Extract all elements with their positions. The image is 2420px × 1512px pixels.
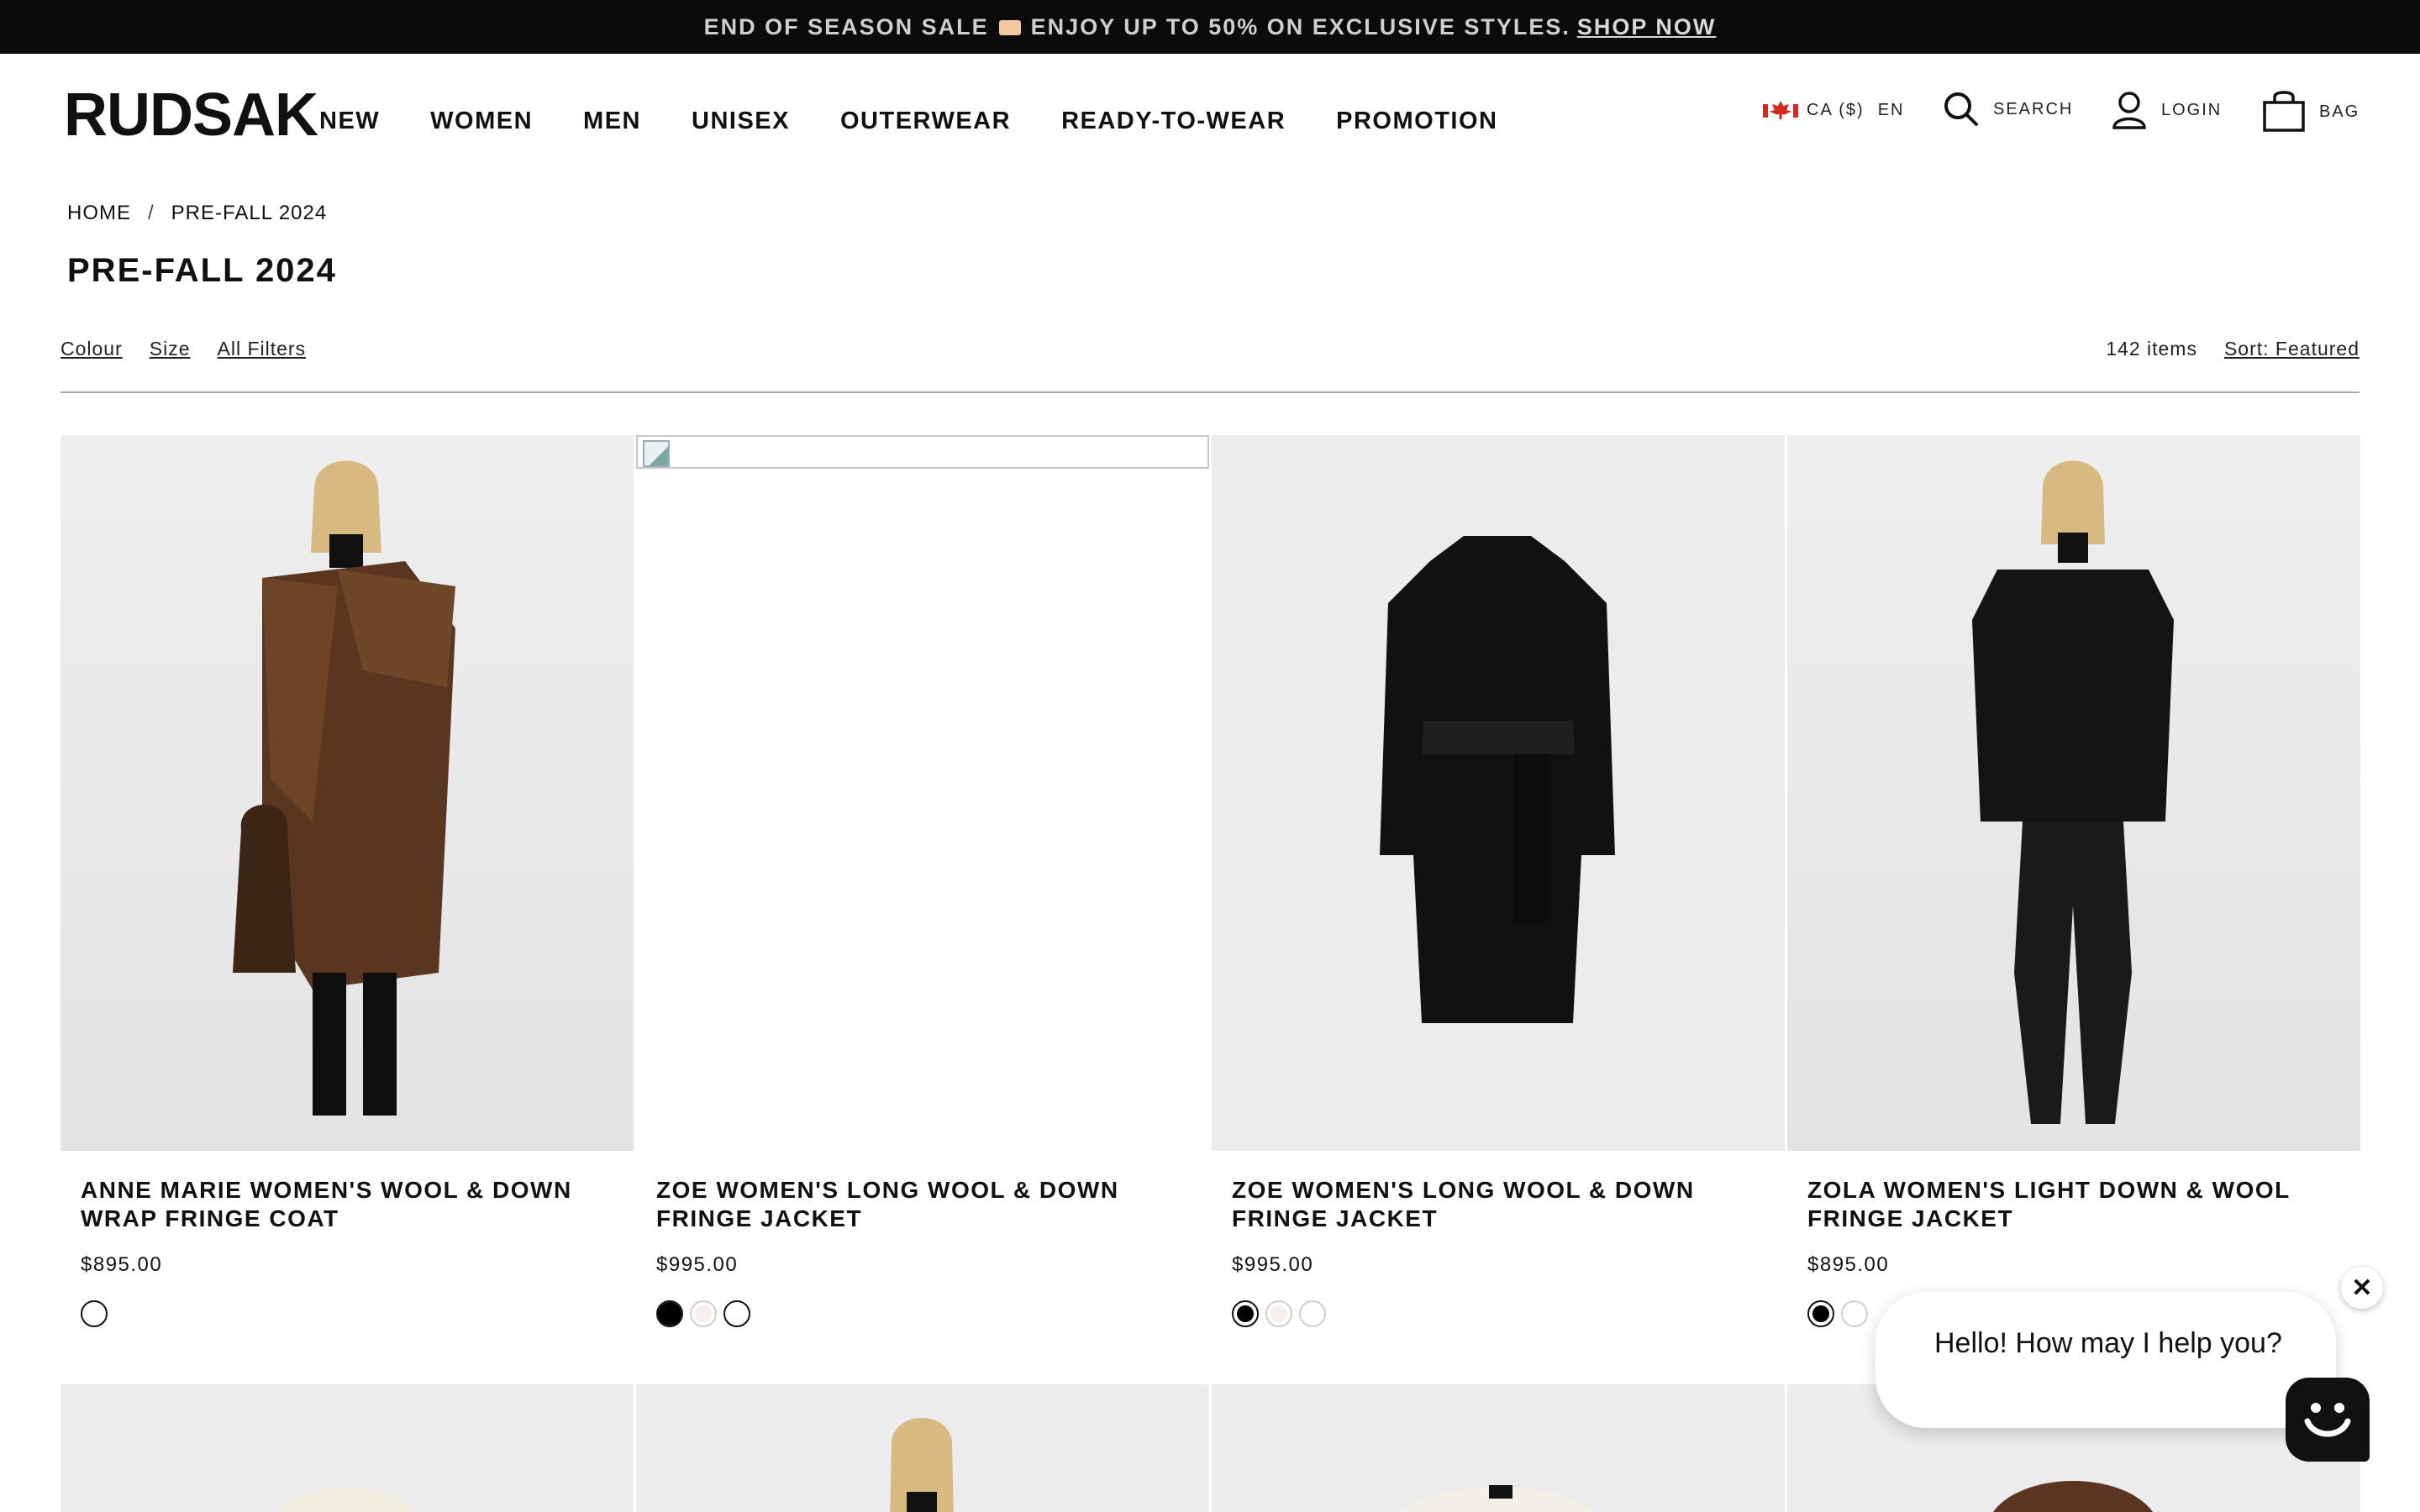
- language-label: EN: [1877, 100, 1905, 119]
- promo-banner: END OF SEASON SALE ENJOY UP TO 50% ON EX…: [0, 0, 2420, 54]
- search-icon: [1944, 92, 1978, 126]
- color-swatch[interactable]: [1807, 1300, 1834, 1327]
- color-swatch[interactable]: [1299, 1300, 1326, 1327]
- product-card[interactable]: ANNE MARIE WOMEN'S WOOL & DOWN WRAP FRIN…: [60, 435, 634, 1327]
- breadcrumb-separator: /: [148, 202, 155, 224]
- smiley-chat-icon: [2304, 1403, 2351, 1437]
- nav-item-new[interactable]: NEW: [319, 108, 380, 135]
- color-swatch[interactable]: [723, 1300, 750, 1327]
- login-button[interactable]: LOGIN: [2111, 91, 2222, 129]
- color-swatch[interactable]: [1841, 1300, 1868, 1327]
- brand-logo[interactable]: RUDSAK: [64, 81, 318, 150]
- login-label: LOGIN: [2161, 100, 2223, 119]
- model-photo: [1787, 435, 2360, 1151]
- main-nav: NEW WOMEN MEN UNISEX OUTERWEAR READY-TO-…: [319, 108, 1548, 135]
- product-image[interactable]: [60, 435, 634, 1151]
- locale-selector[interactable]: CA ($) EN: [1763, 99, 1904, 121]
- nav-item-ready-to-wear[interactable]: READY-TO-WEAR: [1061, 108, 1286, 135]
- filter-all[interactable]: All Filters: [218, 338, 307, 360]
- nav-item-outerwear[interactable]: OUTERWEAR: [840, 108, 1011, 135]
- filter-colour[interactable]: Colour: [60, 338, 123, 360]
- product-photo: [1402, 1485, 1593, 1512]
- chat-message-bubble[interactable]: Hello! How may I help you?: [1876, 1292, 2336, 1428]
- color-swatch[interactable]: [690, 1300, 717, 1327]
- product-price: $995.00: [656, 1253, 739, 1276]
- product-image[interactable]: [636, 435, 1209, 1151]
- product-price: $895.00: [1807, 1253, 1890, 1276]
- chat-launcher-button[interactable]: [2286, 1378, 2370, 1462]
- nav-item-women[interactable]: WOMEN: [430, 108, 533, 135]
- bag-button[interactable]: BAG: [2262, 91, 2360, 133]
- color-swatches: [1232, 1300, 1765, 1327]
- shop-now-link[interactable]: SHOP NOW: [1577, 14, 1717, 40]
- breadcrumb-current: PRE-FALL 2024: [171, 202, 328, 224]
- search-button[interactable]: SEARCH: [1943, 91, 2073, 128]
- product-image[interactable]: [60, 1384, 634, 1512]
- product-name[interactable]: ZOE WOMEN'S LONG WOOL & DOWN FRINGE JACK…: [1232, 1176, 1765, 1233]
- broken-image-icon: [636, 435, 1209, 469]
- item-count: 142 items: [2106, 338, 2197, 360]
- divider: [60, 391, 2360, 393]
- product-card[interactable]: ZOE WOMEN'S LONG WOOL & DOWN FRINGE JACK…: [636, 435, 1209, 1327]
- close-icon: ✕: [2351, 1273, 2373, 1302]
- product-card[interactable]: ZOE WOMEN'S LONG WOOL & DOWN FRINGE JACK…: [1212, 435, 1785, 1327]
- breadcrumb-home[interactable]: HOME: [67, 202, 131, 225]
- product-name[interactable]: ANNE MARIE WOMEN'S WOOL & DOWN WRAP FRIN…: [81, 1176, 613, 1233]
- promo-text: END OF SEASON SALE: [703, 13, 989, 39]
- color-swatch[interactable]: [656, 1300, 683, 1327]
- nav-item-unisex[interactable]: UNISEX: [692, 108, 790, 135]
- chat-close-button[interactable]: ✕: [2341, 1267, 2383, 1309]
- product-price: $995.00: [1232, 1253, 1314, 1276]
- promo-text-2: ENJOY UP TO 50% ON EXCLUSIVE STYLES.: [1030, 13, 1570, 39]
- canada-flag-icon: [1763, 99, 1798, 121]
- shopping-bag-icon: [2263, 91, 2305, 132]
- color-swatches: [656, 1300, 1189, 1327]
- product-photo: [276, 1487, 417, 1512]
- color-swatch[interactable]: [1232, 1300, 1259, 1327]
- filter-size[interactable]: Size: [150, 338, 191, 360]
- price-tag-icon: [998, 20, 1021, 35]
- page-title: PRE-FALL 2024: [67, 252, 337, 289]
- currency-label: CA ($): [1807, 100, 1865, 119]
- product-image[interactable]: [1212, 1384, 1785, 1512]
- product-photo: [1212, 435, 1785, 1151]
- product-card[interactable]: ZOLA WOMEN'S LIGHT DOWN & WOOL FRINGE JA…: [1787, 435, 2360, 1327]
- search-label: SEARCH: [1993, 99, 2074, 118]
- sort-dropdown[interactable]: Sort: Featured: [2224, 338, 2360, 360]
- breadcrumb: HOME / PRE-FALL 2024: [67, 202, 327, 225]
- nav-item-men[interactable]: MEN: [583, 108, 641, 135]
- user-icon: [2112, 92, 2146, 129]
- product-name[interactable]: ZOLA WOMEN'S LIGHT DOWN & WOOL FRINGE JA…: [1807, 1176, 2340, 1233]
- color-swatch[interactable]: [1265, 1300, 1292, 1327]
- bag-label: BAG: [2319, 102, 2360, 121]
- chat-message: Hello! How may I help you?: [1934, 1327, 2282, 1359]
- color-swatch[interactable]: [81, 1300, 108, 1327]
- product-image[interactable]: [636, 1384, 1209, 1512]
- nav-item-promotion[interactable]: PROMOTION: [1336, 108, 1497, 135]
- product-price: $895.00: [81, 1253, 163, 1276]
- product-image[interactable]: [1787, 435, 2360, 1151]
- model-photo: [60, 435, 634, 1151]
- product-name[interactable]: ZOE WOMEN'S LONG WOOL & DOWN FRINGE JACK…: [656, 1176, 1189, 1233]
- color-swatches: [81, 1300, 613, 1327]
- product-image[interactable]: [1212, 435, 1785, 1151]
- filter-bar: Colour Size All Filters: [60, 338, 333, 360]
- results-meta: 142 items Sort: Featured: [2106, 338, 2360, 360]
- model-photo: [890, 1418, 954, 1512]
